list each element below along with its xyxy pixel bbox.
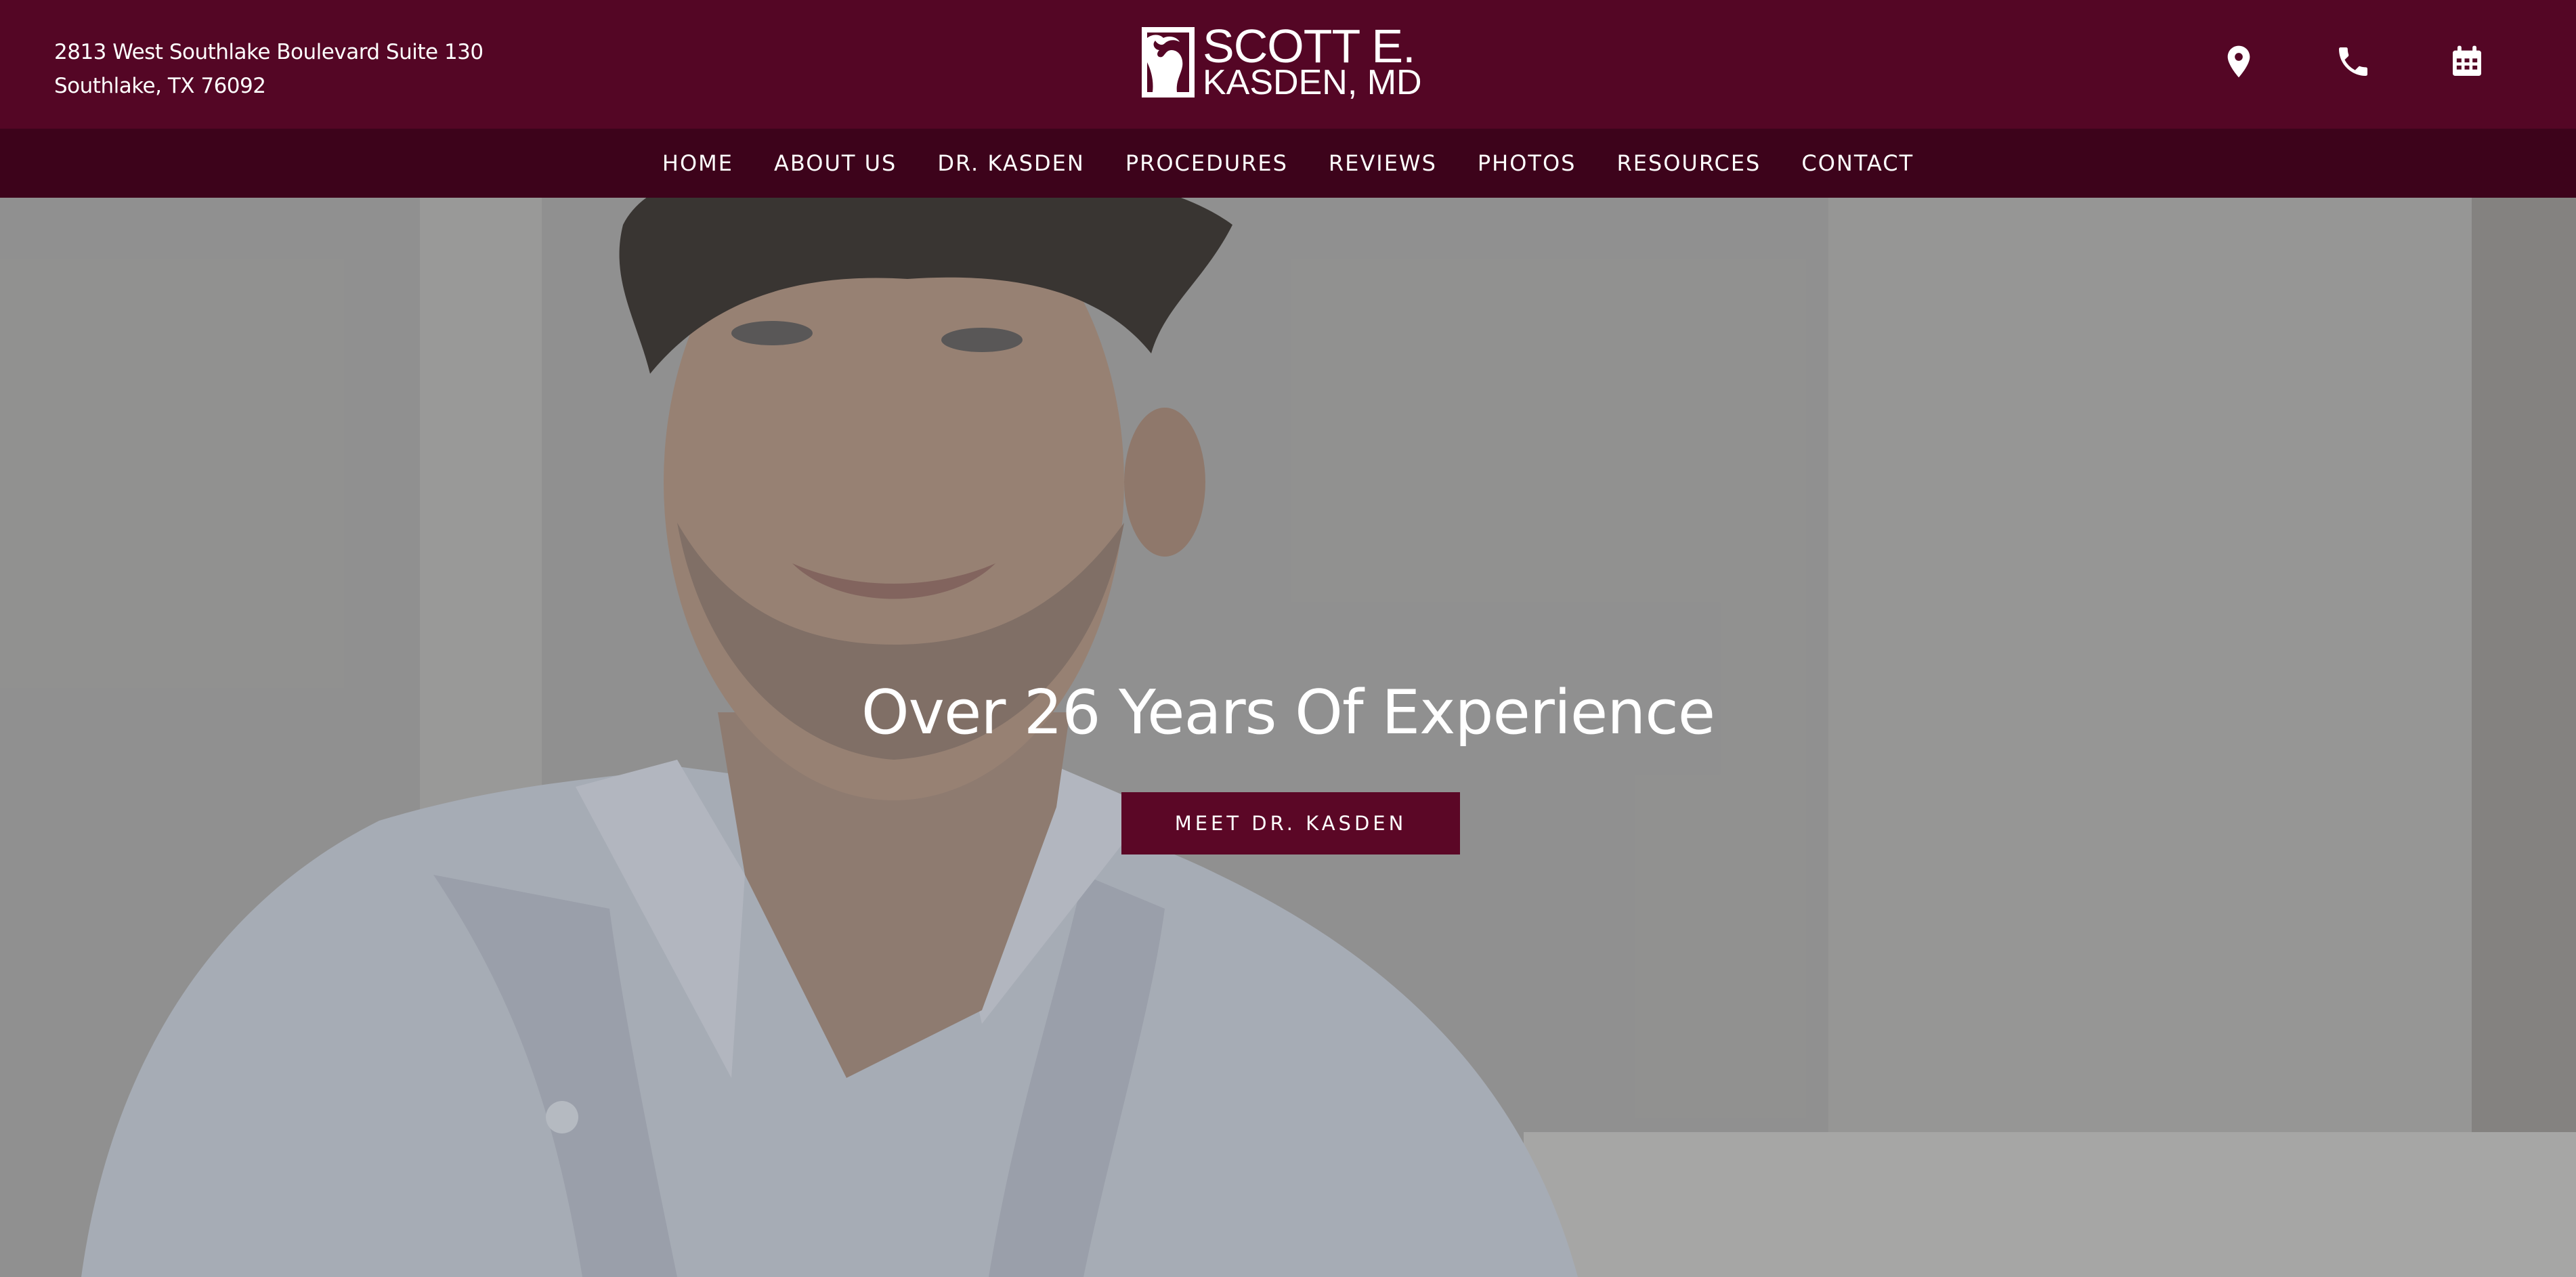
nav-item-home[interactable]: HOME — [662, 150, 733, 176]
nav-item-reviews[interactable]: REVIEWS — [1329, 150, 1437, 176]
address-line-1: 2813 West Southlake Boulevard Suite 130 — [54, 40, 484, 64]
calendar-icon[interactable] — [2443, 38, 2491, 85]
main-nav: HOME ABOUT US DR. KASDEN PROCEDURES REVI… — [0, 129, 2576, 198]
site-logo[interactable]: SCOTT E. KASDEN, MD — [1142, 20, 1422, 102]
nav-item-about-us[interactable]: ABOUT US — [774, 150, 897, 176]
logo-text: SCOTT E. KASDEN, MD — [1203, 20, 1422, 102]
meet-dr-kasden-button[interactable]: MEET DR. KASDEN — [1121, 792, 1460, 854]
logo-credential-line: KASDEN, MD — [1203, 63, 1422, 102]
logo-name-line: SCOTT E. — [1203, 20, 1416, 72]
location-pin-icon[interactable] — [2215, 38, 2262, 85]
nav-item-photos[interactable]: PHOTOS — [1478, 150, 1576, 176]
logo-figure-icon — [1142, 27, 1195, 98]
address-block[interactable]: 2813 West Southlake Boulevard Suite 130 … — [54, 35, 484, 103]
hero-title: Over 26 Years Of Experience — [861, 677, 1715, 748]
phone-icon[interactable] — [2330, 38, 2377, 85]
nav-item-resources[interactable]: RESOURCES — [1616, 150, 1761, 176]
nav-item-contact[interactable]: CONTACT — [1801, 150, 1914, 176]
page: 2813 West Southlake Boulevard Suite 130 … — [0, 0, 2576, 1277]
hero-section: Over 26 Years Of Experience MEET DR. KAS… — [0, 198, 2576, 1277]
top-header: 2813 West Southlake Boulevard Suite 130 … — [0, 0, 2576, 129]
address-line-2: Southlake, TX 76092 — [54, 74, 266, 98]
nav-item-procedures[interactable]: PROCEDURES — [1125, 150, 1288, 176]
nav-list: HOME ABOUT US DR. KASDEN PROCEDURES REVI… — [642, 150, 1934, 176]
nav-item-dr-kasden[interactable]: DR. KASDEN — [937, 150, 1085, 176]
